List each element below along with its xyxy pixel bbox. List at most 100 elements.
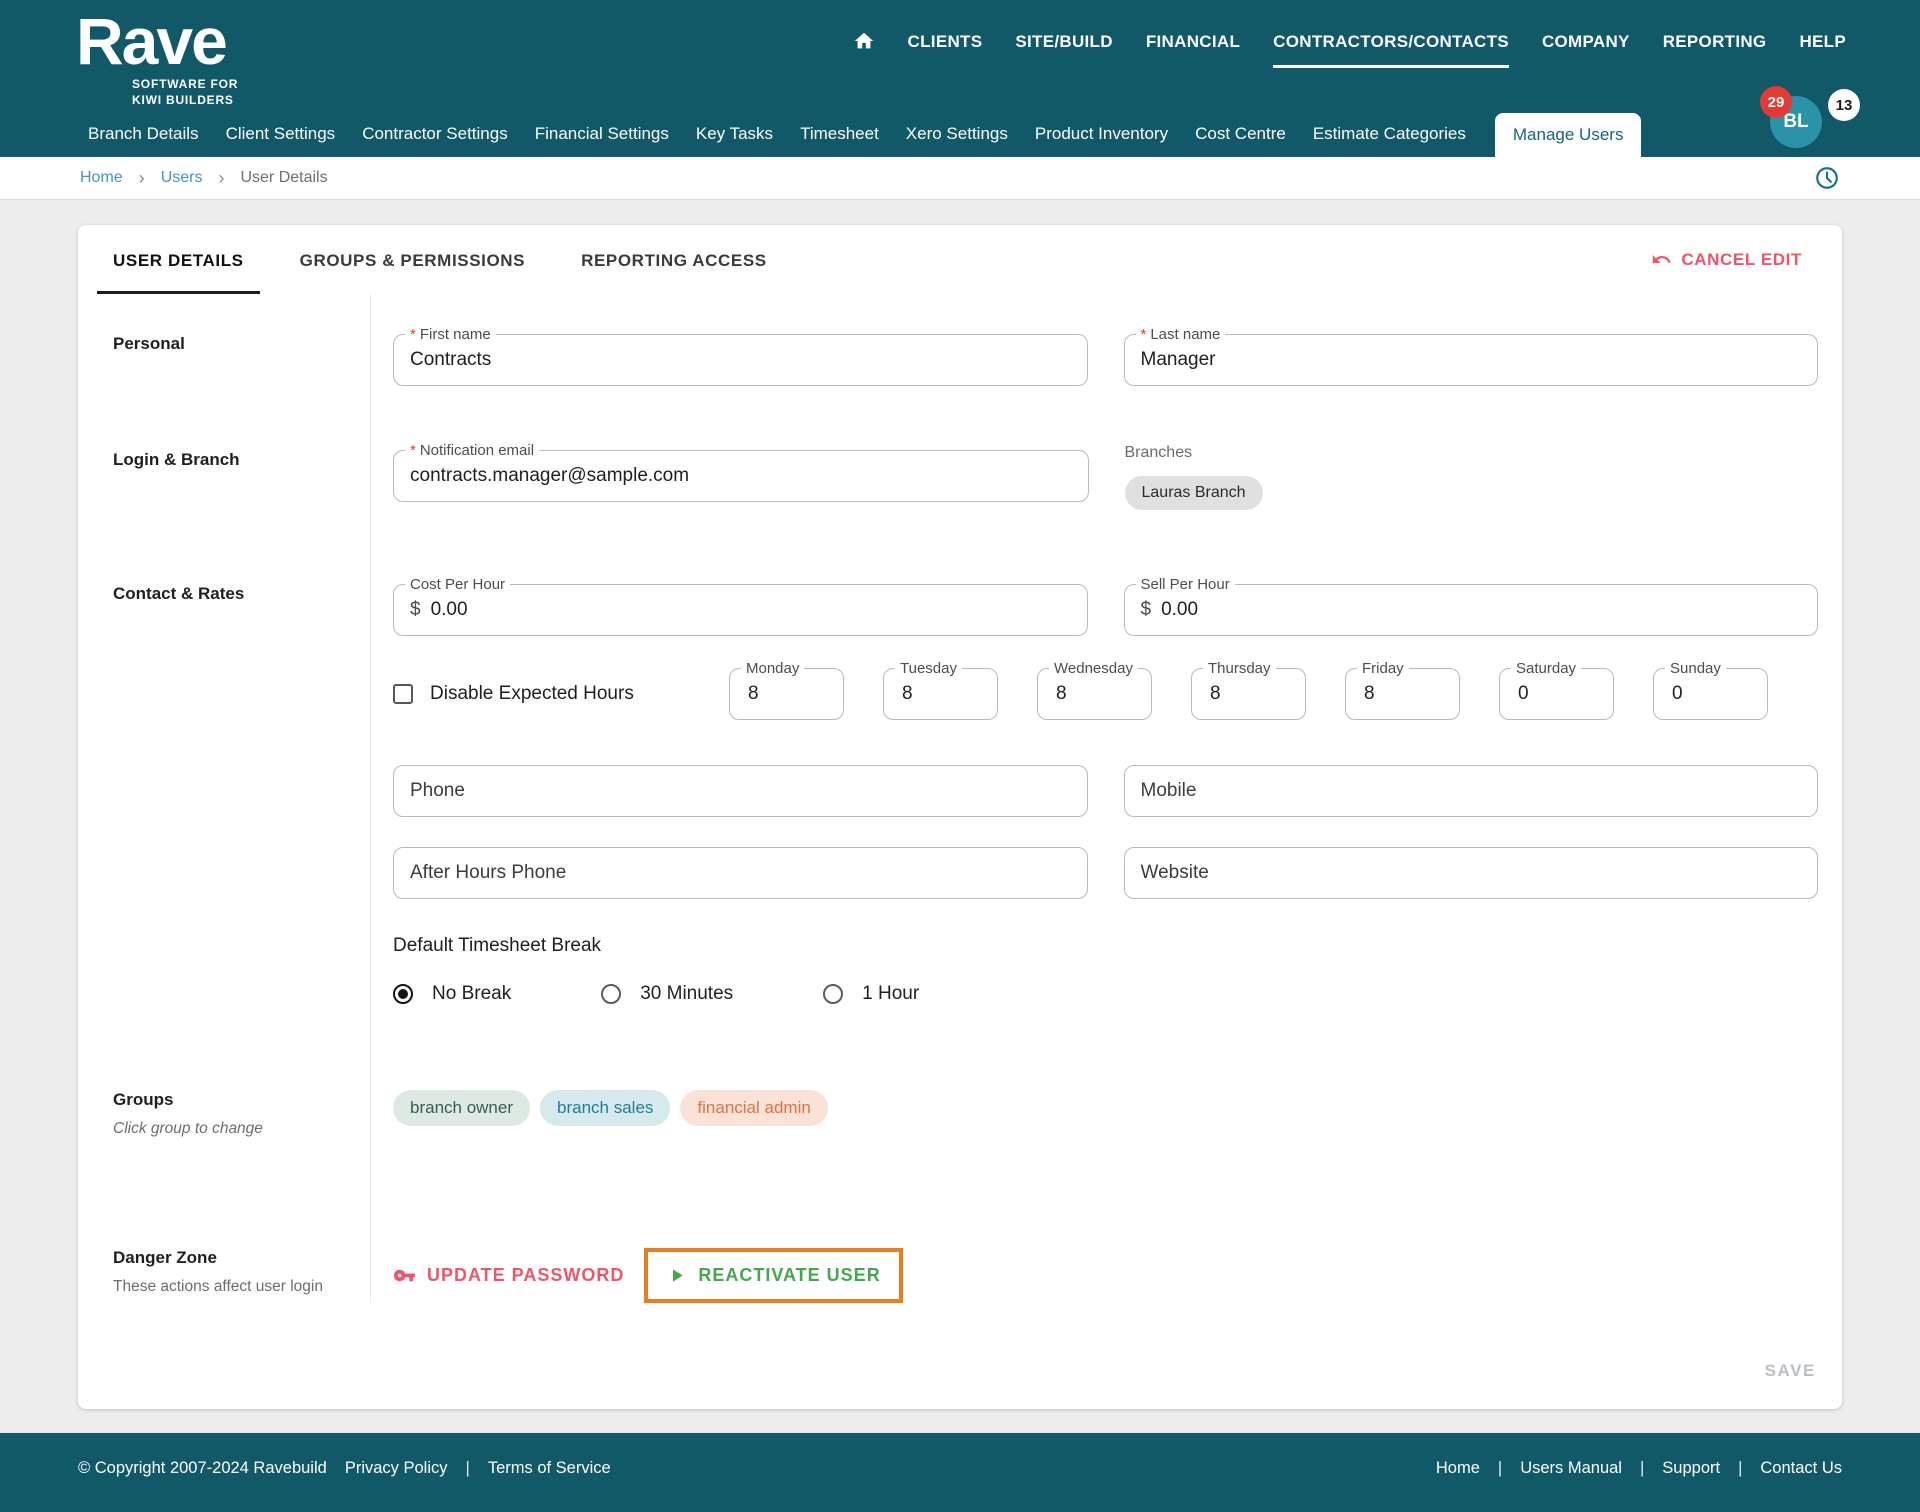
radio-selected-icon	[393, 984, 413, 1004]
copyright-text: © Copyright 2007-2024 Ravebuild	[78, 1459, 327, 1478]
subnav-product-inventory[interactable]: Product Inventory	[1035, 124, 1168, 157]
home-icon[interactable]	[853, 30, 875, 52]
mobile-input[interactable]	[1125, 766, 1818, 816]
branch-chip: Lauras Branch	[1125, 476, 1263, 510]
first-name-label: *First name	[405, 326, 496, 343]
after-hours-phone-input[interactable]	[394, 848, 1087, 898]
subnav-estimate-categories[interactable]: Estimate Categories	[1313, 124, 1466, 157]
tab-reporting-access[interactable]: REPORTING ACCESS	[565, 225, 783, 294]
expected-hours-row: Disable Expected Hours Monday Tuesday We…	[393, 668, 1818, 720]
section-personal: Personal *First name *Last name	[78, 294, 1842, 386]
checkbox-icon	[393, 684, 413, 704]
section-login-branch: Login & Branch *Notification email Branc…	[78, 386, 1842, 510]
tuesday-hours-field: Tuesday	[883, 668, 998, 720]
nav-contractors-contacts[interactable]: CONTRACTORS/CONTACTS	[1273, 32, 1509, 68]
branches-block: Branches Lauras Branch	[1125, 450, 1819, 510]
section-title-danger-zone: Danger Zone	[113, 1248, 370, 1268]
radio-1-hour[interactable]: 1 Hour	[823, 983, 919, 1005]
friday-hours-field: Friday	[1345, 668, 1460, 720]
radio-30-minutes[interactable]: 30 Minutes	[601, 983, 733, 1005]
nav-reporting[interactable]: REPORTING	[1663, 32, 1767, 68]
footer-privacy-policy[interactable]: Privacy Policy	[345, 1459, 448, 1478]
after-hours-phone-field	[393, 847, 1088, 899]
subnav-client-settings[interactable]: Client Settings	[226, 124, 336, 157]
branches-label: Branches	[1125, 444, 1819, 462]
cost-per-hour-field: Cost Per Hour $	[393, 584, 1088, 636]
disable-expected-hours-label: Disable Expected Hours	[430, 683, 634, 705]
footer-support[interactable]: Support	[1662, 1459, 1720, 1478]
sunday-hours-field: Sunday	[1653, 668, 1768, 720]
section-title-personal: Personal	[113, 334, 370, 354]
nav-help[interactable]: HELP	[1799, 32, 1846, 68]
footer-users-manual[interactable]: Users Manual	[1520, 1459, 1622, 1478]
group-chips: branch owner branch sales financial admi…	[393, 1090, 1818, 1126]
update-password-button[interactable]: UPDATE PASSWORD	[393, 1264, 624, 1287]
timesheet-break-label: Default Timesheet Break	[393, 935, 1818, 957]
required-asterisk: *	[1141, 326, 1147, 343]
footer-terms-of-service[interactable]: Terms of Service	[488, 1459, 611, 1478]
saturday-hours-field: Saturday	[1499, 668, 1614, 720]
chevron-right-icon: ›	[139, 168, 145, 189]
logo-tagline: SOFTWARE FOR KIWI BUILDERS	[132, 76, 246, 108]
footer-home[interactable]: Home	[1436, 1459, 1480, 1478]
breadcrumb: Home › Users › User Details	[0, 157, 1920, 200]
disable-expected-hours-checkbox[interactable]: Disable Expected Hours	[393, 683, 729, 705]
footer-contact-us[interactable]: Contact Us	[1760, 1459, 1842, 1478]
tab-groups-permissions[interactable]: GROUPS & PERMISSIONS	[284, 225, 541, 294]
subnav-contractor-settings[interactable]: Contractor Settings	[362, 124, 508, 157]
group-chip-branch-sales[interactable]: branch sales	[540, 1090, 670, 1126]
footer-divider: |	[466, 1459, 470, 1478]
save-row: SAVE	[78, 1303, 1842, 1409]
cost-per-hour-input[interactable]	[421, 585, 1087, 635]
nav-financial[interactable]: FINANCIAL	[1146, 32, 1240, 68]
subnav-timesheet[interactable]: Timesheet	[800, 124, 879, 157]
subnav-cost-centre[interactable]: Cost Centre	[1195, 124, 1286, 157]
sell-per-hour-input[interactable]	[1151, 585, 1817, 635]
radio-no-break[interactable]: No Break	[393, 983, 511, 1005]
chevron-right-icon: ›	[218, 168, 224, 189]
footer-divider: |	[1640, 1459, 1644, 1478]
subnav-key-tasks[interactable]: Key Tasks	[696, 124, 773, 157]
section-contact-rates: Contact & Rates Cost Per Hour $ Sell Per…	[78, 510, 1842, 1005]
save-button[interactable]: SAVE	[1765, 1361, 1816, 1381]
nav-company[interactable]: COMPANY	[1542, 32, 1630, 68]
subnav-branch-details[interactable]: Branch Details	[88, 124, 199, 157]
section-title-groups: Groups	[113, 1090, 370, 1110]
subnav-manage-users[interactable]: Manage Users	[1495, 113, 1642, 157]
section-groups: Groups Click group to change branch owne…	[78, 1005, 1842, 1138]
rave-logo[interactable]: Rave SOFTWARE FOR KIWI BUILDERS	[76, 8, 246, 108]
cancel-edit-label: CANCEL EDIT	[1681, 250, 1802, 270]
weekday-hours-group: Monday Tuesday Wednesday Thursday	[729, 668, 1818, 720]
nav-site-build[interactable]: SITE/BUILD	[1015, 32, 1112, 68]
key-icon	[393, 1264, 416, 1287]
phone-input[interactable]	[394, 766, 1087, 816]
sell-per-hour-label: Sell Per Hour	[1136, 576, 1235, 593]
nav-clients[interactable]: CLIENTS	[908, 32, 983, 68]
section-danger-zone: Danger Zone These actions affect user lo…	[78, 1138, 1842, 1303]
thursday-hours-field: Thursday	[1191, 668, 1306, 720]
subnav-xero-settings[interactable]: Xero Settings	[906, 124, 1008, 157]
tab-user-details[interactable]: USER DETAILS	[97, 225, 260, 294]
user-details-card: USER DETAILS GROUPS & PERMISSIONS REPORT…	[78, 225, 1842, 1409]
group-chip-branch-owner[interactable]: branch owner	[393, 1090, 530, 1126]
reactivate-user-highlight: REACTIVATE USER	[644, 1248, 902, 1303]
breadcrumb-users[interactable]: Users	[161, 169, 203, 187]
last-name-field: *Last name	[1124, 334, 1819, 386]
last-name-input[interactable]	[1125, 335, 1818, 385]
cancel-edit-button[interactable]: CANCEL EDIT	[1651, 249, 1802, 270]
currency-symbol: $	[394, 599, 421, 621]
sell-per-hour-field: Sell Per Hour $	[1124, 584, 1819, 636]
subnav-financial-settings[interactable]: Financial Settings	[535, 124, 669, 157]
required-asterisk: *	[410, 326, 416, 343]
reactivate-user-button[interactable]: REACTIVATE USER	[666, 1265, 880, 1286]
website-input[interactable]	[1125, 848, 1818, 898]
first-name-input[interactable]	[394, 335, 1087, 385]
phone-field	[393, 765, 1088, 817]
clock-icon[interactable]	[1814, 165, 1840, 191]
group-chip-financial-admin[interactable]: financial admin	[680, 1090, 827, 1126]
breadcrumb-home[interactable]: Home	[80, 169, 123, 187]
notification-badge-red: 29	[1760, 86, 1792, 118]
groups-hint: Click group to change	[113, 1120, 370, 1138]
undo-icon	[1651, 249, 1672, 270]
section-title-contact-rates: Contact & Rates	[113, 584, 370, 604]
